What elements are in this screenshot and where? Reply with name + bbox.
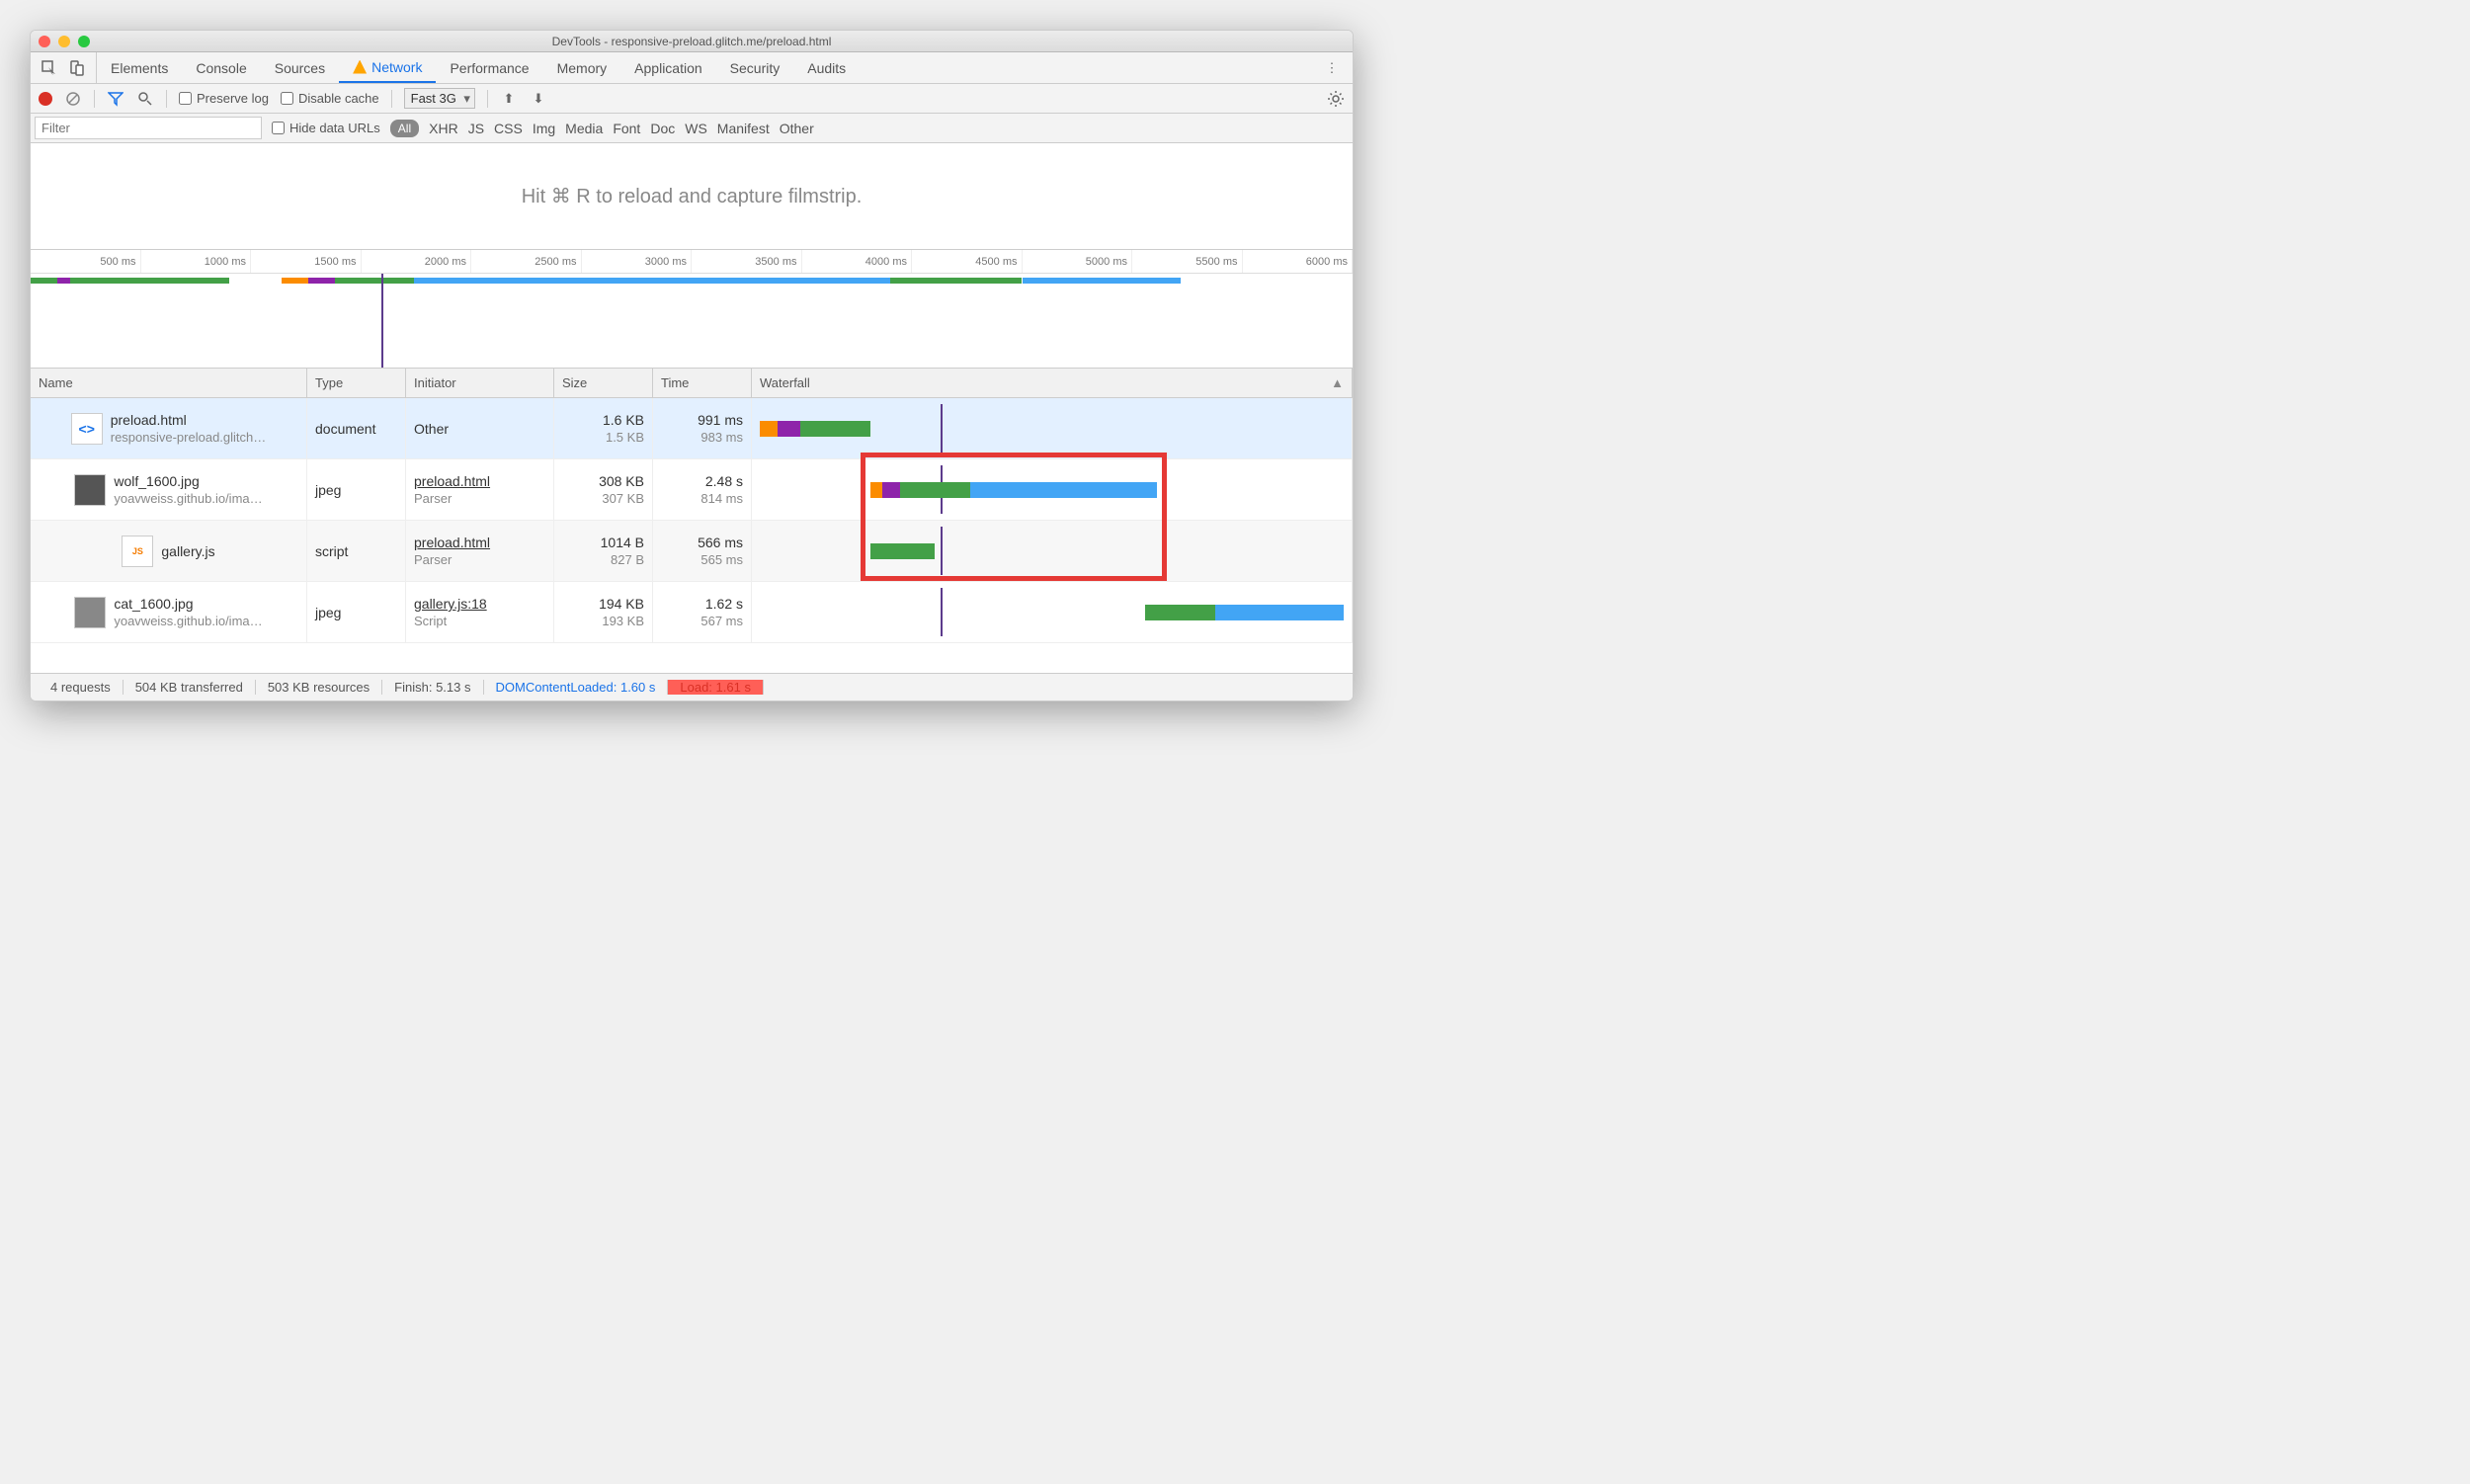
tab-network[interactable]: Network [339,52,436,83]
record-button[interactable] [39,92,52,106]
header-type[interactable]: Type [307,369,406,397]
filter-icon[interactable] [107,90,124,108]
disable-cache-checkbox[interactable]: Disable cache [281,91,379,106]
footer-finish: Finish: 5.13 s [382,680,483,695]
tab-application[interactable]: Application [620,52,716,83]
header-name[interactable]: Name [31,369,307,397]
filter-type-font[interactable]: Font [613,121,640,136]
request-table: <>preload.htmlresponsive-preload.glitch…… [31,398,1353,673]
filter-type-media[interactable]: Media [565,121,603,136]
device-toggle-icon[interactable] [68,59,86,77]
network-toolbar: Preserve log Disable cache Fast 3G ⬆ ⬇ [31,84,1353,114]
footer-transferred: 504 KB transferred [124,680,256,695]
filter-type-manifest[interactable]: Manifest [717,121,770,136]
footer-load: Load: 1.61 s [668,680,764,695]
filter-input[interactable] [35,117,262,139]
tab-elements[interactable]: Elements [97,52,182,83]
settings-icon[interactable] [1327,90,1345,108]
filter-type-other[interactable]: Other [780,121,814,136]
header-time[interactable]: Time [653,369,752,397]
inspect-icon[interactable] [41,59,58,77]
file-image-icon [74,474,106,506]
warning-icon [353,60,367,74]
header-initiator[interactable]: Initiator [406,369,554,397]
throttling-select[interactable]: Fast 3G [404,88,475,109]
timeline-overview[interactable]: 500 ms 1000 ms 1500 ms 2000 ms 2500 ms 3… [31,250,1353,369]
footer-dcl: DOMContentLoaded: 1.60 s [484,680,669,695]
header-size[interactable]: Size [554,369,653,397]
overview-bars [31,276,1353,286]
tab-memory[interactable]: Memory [543,52,621,83]
overview-ticks: 500 ms 1000 ms 1500 ms 2000 ms 2500 ms 3… [31,250,1353,274]
tab-console[interactable]: Console [182,52,260,83]
table-row[interactable]: cat_1600.jpgyoavweiss.github.io/ima… jpe… [31,582,1353,643]
filter-type-img[interactable]: Img [533,121,555,136]
tab-sources[interactable]: Sources [261,52,339,83]
panel-tabs: Elements Console Sources Network Perform… [31,52,1353,84]
filmstrip-hint: Hit ⌘ R to reload and capture filmstrip. [31,143,1353,250]
tab-performance[interactable]: Performance [436,52,542,83]
tab-security[interactable]: Security [716,52,794,83]
preserve-log-checkbox[interactable]: Preserve log [179,91,269,106]
filter-bar: Hide data URLs All XHR JS CSS Img Media … [31,114,1353,143]
tab-audits[interactable]: Audits [793,52,860,83]
window-title: DevTools - responsive-preload.glitch.me/… [552,35,832,48]
search-icon[interactable] [136,90,154,108]
hide-data-urls-checkbox[interactable]: Hide data URLs [272,121,380,135]
close-button[interactable] [39,36,50,47]
table-headers: Name Type Initiator Size Time Waterfall▲ [31,369,1353,398]
overview-load-marker [381,274,383,368]
upload-icon[interactable]: ⬆ [500,90,518,108]
footer-resources: 503 KB resources [256,680,382,695]
file-html-icon: <> [71,413,103,445]
footer-requests: 4 requests [39,680,124,695]
table-row[interactable]: <>preload.htmlresponsive-preload.glitch…… [31,398,1353,459]
file-js-icon: JS [122,536,153,567]
clear-icon[interactable] [64,90,82,108]
traffic-lights [39,36,90,47]
devtools-window: DevTools - responsive-preload.glitch.me/… [30,30,1354,701]
filter-type-css[interactable]: CSS [494,121,523,136]
minimize-button[interactable] [58,36,70,47]
filter-type-js[interactable]: JS [468,121,484,136]
zoom-button[interactable] [78,36,90,47]
file-image-icon [74,597,106,628]
download-icon[interactable]: ⬇ [530,90,547,108]
status-footer: 4 requests 504 KB transferred 503 KB res… [31,673,1353,701]
filter-type-ws[interactable]: WS [685,121,707,136]
tab-list: Elements Console Sources Network Perform… [97,52,1311,83]
filter-type-all[interactable]: All [390,120,419,137]
highlight-annotation [861,453,1167,581]
more-icon[interactable]: ⋮ [1323,59,1341,77]
header-waterfall[interactable]: Waterfall▲ [752,369,1353,397]
waterfall-bar [760,404,1344,453]
sort-icon: ▲ [1331,375,1344,390]
macos-titlebar: DevTools - responsive-preload.glitch.me/… [31,31,1353,52]
filter-type-xhr[interactable]: XHR [429,121,458,136]
waterfall-bar [760,588,1344,636]
filter-type-doc[interactable]: Doc [650,121,675,136]
